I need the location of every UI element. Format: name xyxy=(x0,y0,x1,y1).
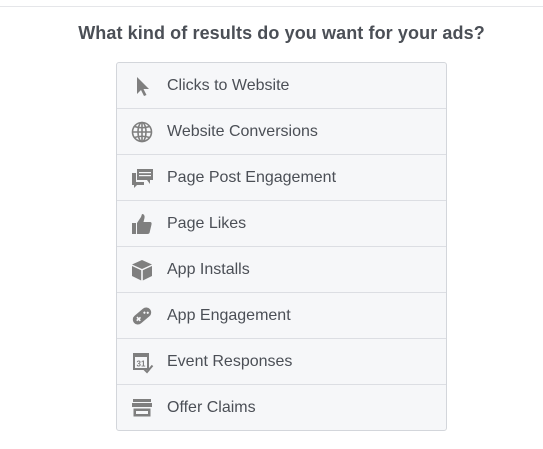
box-icon xyxy=(130,258,154,282)
storefront-icon xyxy=(130,396,154,420)
top-divider xyxy=(0,6,543,7)
option-website-conversions[interactable]: Website Conversions xyxy=(117,108,446,154)
option-app-engagement[interactable]: App Engagement xyxy=(117,292,446,338)
comments-icon xyxy=(130,166,154,190)
thumbs-up-icon xyxy=(130,212,154,236)
objective-list: Clicks to Website Website Conversions Pa… xyxy=(116,62,447,431)
option-label: Website Conversions xyxy=(167,122,318,140)
option-clicks-to-website[interactable]: Clicks to Website xyxy=(117,63,446,108)
option-label: Event Responses xyxy=(167,352,293,370)
option-label: Page Likes xyxy=(167,214,247,232)
option-page-post-engagement[interactable]: Page Post Engagement xyxy=(117,154,446,200)
option-label: Offer Claims xyxy=(167,398,256,416)
calendar-icon: 31 xyxy=(130,350,154,374)
option-event-responses[interactable]: 31 Event Responses xyxy=(117,338,446,384)
option-label: Page Post Engagement xyxy=(167,168,337,186)
option-label: App Installs xyxy=(167,260,250,278)
option-app-installs[interactable]: App Installs xyxy=(117,246,446,292)
globe-icon xyxy=(130,120,154,144)
option-page-likes[interactable]: Page Likes xyxy=(117,200,446,246)
option-offer-claims[interactable]: Offer Claims xyxy=(117,384,446,430)
option-label: App Engagement xyxy=(167,306,291,324)
cursor-icon xyxy=(130,74,154,98)
gamepad-icon xyxy=(130,304,154,328)
svg-text:31: 31 xyxy=(137,359,146,368)
option-label: Clicks to Website xyxy=(167,76,290,94)
page-title: What kind of results do you want for you… xyxy=(78,23,485,43)
